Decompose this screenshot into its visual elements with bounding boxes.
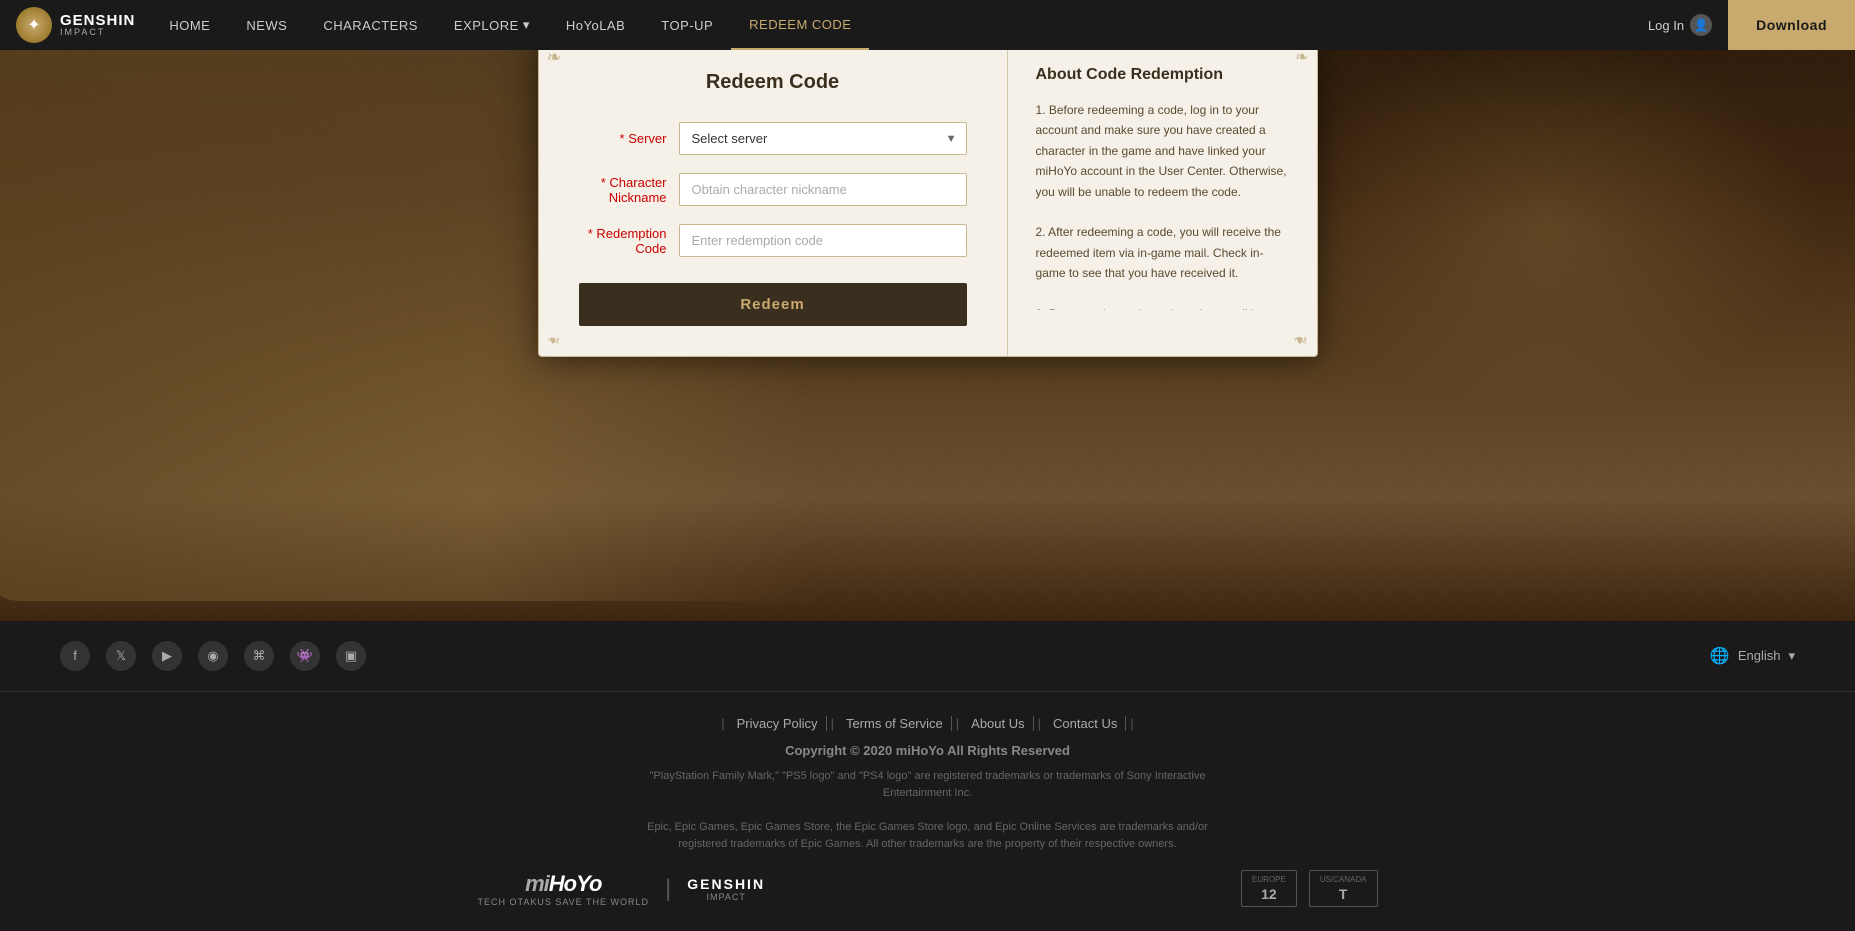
nav-topup[interactable]: TOP-UP	[643, 0, 731, 50]
logo-divider: |	[665, 875, 671, 903]
modal-right: About Code Redemption 1. Before redeemin…	[1007, 41, 1317, 356]
footer-links: | Privacy Policy | Terms of Service | Ab…	[478, 716, 1378, 731]
code-row: * Redemption Code	[579, 224, 967, 257]
chevron-down-icon: ▾	[523, 17, 530, 33]
required-mark-3: *	[588, 226, 593, 241]
server-row: * Server Select server America Europe As…	[579, 122, 967, 155]
rating-eu: EUROPE 12	[1241, 870, 1297, 907]
required-mark-2: *	[601, 175, 606, 190]
language-selector[interactable]: 🌐 English ▾	[1710, 646, 1795, 666]
disclaimer2: Epic, Epic Games, Epic Games Store, the …	[628, 819, 1228, 854]
contact-link[interactable]: Contact Us	[1045, 716, 1126, 731]
about-text: 1. Before redeeming a code, log in to yo…	[1036, 100, 1289, 310]
navbar: ✦ GENSHIN IMPACT HOME NEWS CHARACTERS EX…	[0, 0, 1855, 50]
privacy-link[interactable]: Privacy Policy	[729, 716, 827, 731]
rating-row: EUROPE 12 US/CANADA T	[1241, 870, 1377, 907]
hero-section: Log in to redeem ❧ ❧ Redeem Code * Serve…	[0, 0, 1855, 621]
footer-separator-0: |	[717, 716, 728, 731]
redeem-modal: ❧ ❧ Redeem Code * Server Select server	[538, 40, 1318, 357]
nav-redeem-code[interactable]: REDEEM CODE	[731, 0, 869, 50]
twitter-icon[interactable]: 𝕏	[106, 641, 136, 671]
nickname-row: * Character Nickname	[579, 173, 967, 206]
footer: f 𝕏 ▶ ◉ ⌘ 👾 ▣ 🌐 English ▾ | Privacy Poli…	[0, 621, 1855, 931]
redeem-button[interactable]: Redeem	[579, 283, 967, 326]
footer-bottom: | Privacy Policy | Terms of Service | Ab…	[0, 692, 1855, 931]
footer-separator-1: |	[827, 716, 838, 731]
globe-icon: 🌐	[1710, 646, 1730, 666]
required-mark: *	[620, 131, 625, 146]
logo-title: GENSHIN	[60, 13, 135, 28]
footer-social: f 𝕏 ▶ ◉ ⌘ 👾 ▣ 🌐 English ▾	[0, 621, 1855, 692]
modal-wrapper: ❧ ❧ Redeem Code * Server Select server	[538, 40, 1318, 357]
nav-news[interactable]: NEWS	[228, 0, 305, 50]
footer-inner: | Privacy Policy | Terms of Service | Ab…	[478, 716, 1378, 907]
copyright-text: Copyright © 2020 miHoYo All Rights Reser…	[478, 743, 1378, 758]
redemption-code-input[interactable]	[679, 224, 967, 257]
genshin-logo-text: GENSHIN	[687, 876, 765, 892]
footer-logos-right: EUROPE 12 US/CANADA T	[1241, 870, 1377, 907]
bilibili-icon[interactable]: ▣	[336, 641, 366, 671]
about-link[interactable]: About Us	[963, 716, 1033, 731]
social-icons: f 𝕏 ▶ ◉ ⌘ 👾 ▣	[60, 641, 366, 671]
page: ✦ GENSHIN IMPACT HOME NEWS CHARACTERS EX…	[0, 0, 1855, 931]
nav-right: Log In 👤 Download	[1632, 0, 1855, 50]
bg-scroll-right	[1269, 40, 1826, 412]
nav-home[interactable]: HOME	[151, 0, 228, 50]
server-label: * Server	[579, 131, 679, 146]
terms-link[interactable]: Terms of Service	[838, 716, 952, 731]
modal-corner-bl: ❧	[547, 330, 560, 350]
logo-icon: ✦	[16, 7, 52, 43]
code-label: * Redemption Code	[579, 226, 679, 256]
footer-separator-3: |	[1034, 716, 1045, 731]
server-select[interactable]: Select server America Europe Asia TW/HK/…	[679, 122, 967, 155]
modal-left: Redeem Code * Server Select server Ameri…	[539, 41, 1007, 356]
footer-separator-4: |	[1126, 716, 1137, 731]
nickname-label: * Character Nickname	[579, 175, 679, 205]
nav-hoyolab[interactable]: HoYoLAB	[548, 0, 643, 50]
about-title: About Code Redemption	[1036, 66, 1289, 84]
rating-us: US/CANADA T	[1309, 870, 1378, 907]
mihoyo-logo-sub: TECH OTAKUS SAVE THE WORLD	[478, 897, 650, 907]
footer-logos: miHoYo TECH OTAKUS SAVE THE WORLD | GENS…	[478, 870, 1378, 907]
reddit-icon[interactable]: 👾	[290, 641, 320, 671]
genshin-logo-sub: IMPACT	[706, 892, 745, 902]
logo[interactable]: ✦ GENSHIN IMPACT	[0, 7, 151, 43]
disclaimer1: "PlayStation Family Mark," "PS5 logo" an…	[628, 768, 1228, 803]
nav-explore[interactable]: EXPLORE ▾	[436, 0, 548, 50]
nav-characters[interactable]: CHARACTERS	[305, 0, 436, 50]
youtube-icon[interactable]: ▶	[152, 641, 182, 671]
discord-icon[interactable]: ⌘	[244, 641, 274, 671]
logo-text: GENSHIN IMPACT	[60, 13, 135, 37]
logo-sub: IMPACT	[60, 28, 135, 37]
download-button[interactable]: Download	[1728, 0, 1855, 50]
server-select-wrapper: Select server America Europe Asia TW/HK/…	[679, 122, 967, 155]
mihoyo-logo: miHoYo TECH OTAKUS SAVE THE WORLD	[478, 871, 650, 907]
facebook-icon[interactable]: f	[60, 641, 90, 671]
modal-corner-tr: ❧	[1295, 47, 1308, 67]
nav-links: HOME NEWS CHARACTERS EXPLORE ▾ HoYoLAB T…	[151, 0, 1632, 50]
modal-title: Redeem Code	[579, 71, 967, 94]
chevron-down-icon-lang: ▾	[1788, 648, 1795, 664]
instagram-icon[interactable]: ◉	[198, 641, 228, 671]
footer-logos-left: miHoYo TECH OTAKUS SAVE THE WORLD | GENS…	[478, 871, 766, 907]
nickname-input[interactable]	[679, 173, 967, 206]
user-icon: 👤	[1690, 14, 1712, 36]
footer-separator-2: |	[952, 716, 963, 731]
login-button[interactable]: Log In 👤	[1632, 0, 1728, 50]
mihoyo-logo-text: miHoYo	[525, 871, 601, 897]
genshin-logo: GENSHIN IMPACT	[687, 876, 765, 902]
